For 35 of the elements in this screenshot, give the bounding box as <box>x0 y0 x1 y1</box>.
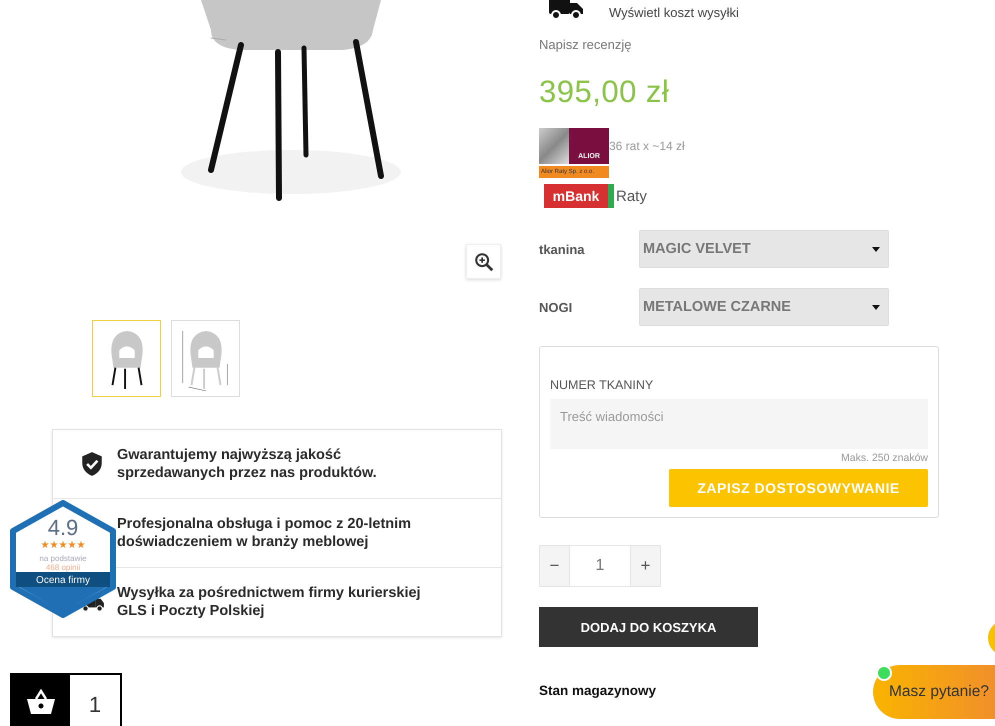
chat-button[interactable]: Masz pytanie? <box>873 665 995 719</box>
basket-icon <box>26 689 56 715</box>
installment-text: 36 rat x ~14 zł <box>609 139 685 153</box>
review-count: 468 opinii <box>44 563 82 572</box>
zoom-button[interactable] <box>466 244 501 279</box>
basket-widget[interactable]: 1 <box>10 673 122 726</box>
rating-label: Ocena firmy <box>35 574 91 588</box>
zoom-in-icon <box>472 250 494 272</box>
mbank-logo: mBank <box>544 184 614 208</box>
feature-text: Gwarantujemy najwyższą jakość sprzedawanych przez nas produktów. <box>117 446 378 482</box>
feature-text: Wysyłka za pośrednictwem firmy kurierskiej GLS i Poczty Polskiej <box>117 584 422 620</box>
stock-heading: Stan magazynowy <box>539 683 656 698</box>
caret-icon <box>872 246 880 252</box>
message-field[interactable]: Treść wiadomości <box>550 399 928 449</box>
option-label: tkanina <box>539 242 586 256</box>
shipping-cost-link[interactable]: Wyświetl koszt wysyłki <box>609 5 739 20</box>
caret-icon <box>872 304 880 310</box>
add-to-cart-button[interactable]: DODAJ DO KOSZYKA <box>539 607 758 647</box>
rating-score: 4.9 <box>46 515 80 541</box>
thumbnail[interactable] <box>171 320 240 397</box>
rating-basis: na podstawie <box>38 554 88 563</box>
option-label: NOGI <box>539 300 574 314</box>
write-review-link[interactable]: Napisz recenzję <box>539 37 632 52</box>
product-price: 395,00 zł <box>539 74 670 110</box>
field-label: NUMER TKANINY <box>550 378 654 392</box>
feature-text: Profesjonalna obsługa i pomoc z 20-letnim doświadczeniem w branży meblowej <box>117 515 412 551</box>
rating-stars: ★★★★★ <box>40 541 86 551</box>
quantity-field[interactable]: 1 <box>570 545 630 587</box>
option-select[interactable]: MAGIC VELVET <box>639 230 889 268</box>
thumbnail[interactable] <box>92 320 161 397</box>
increase-button[interactable]: + <box>630 545 661 587</box>
character-limit: Maks. 250 znaków <box>841 452 928 464</box>
installment-text: Raty <box>616 188 647 204</box>
option-select[interactable]: METALOWE CZARNE <box>639 288 889 326</box>
decrease-button[interactable]: − <box>539 545 570 587</box>
